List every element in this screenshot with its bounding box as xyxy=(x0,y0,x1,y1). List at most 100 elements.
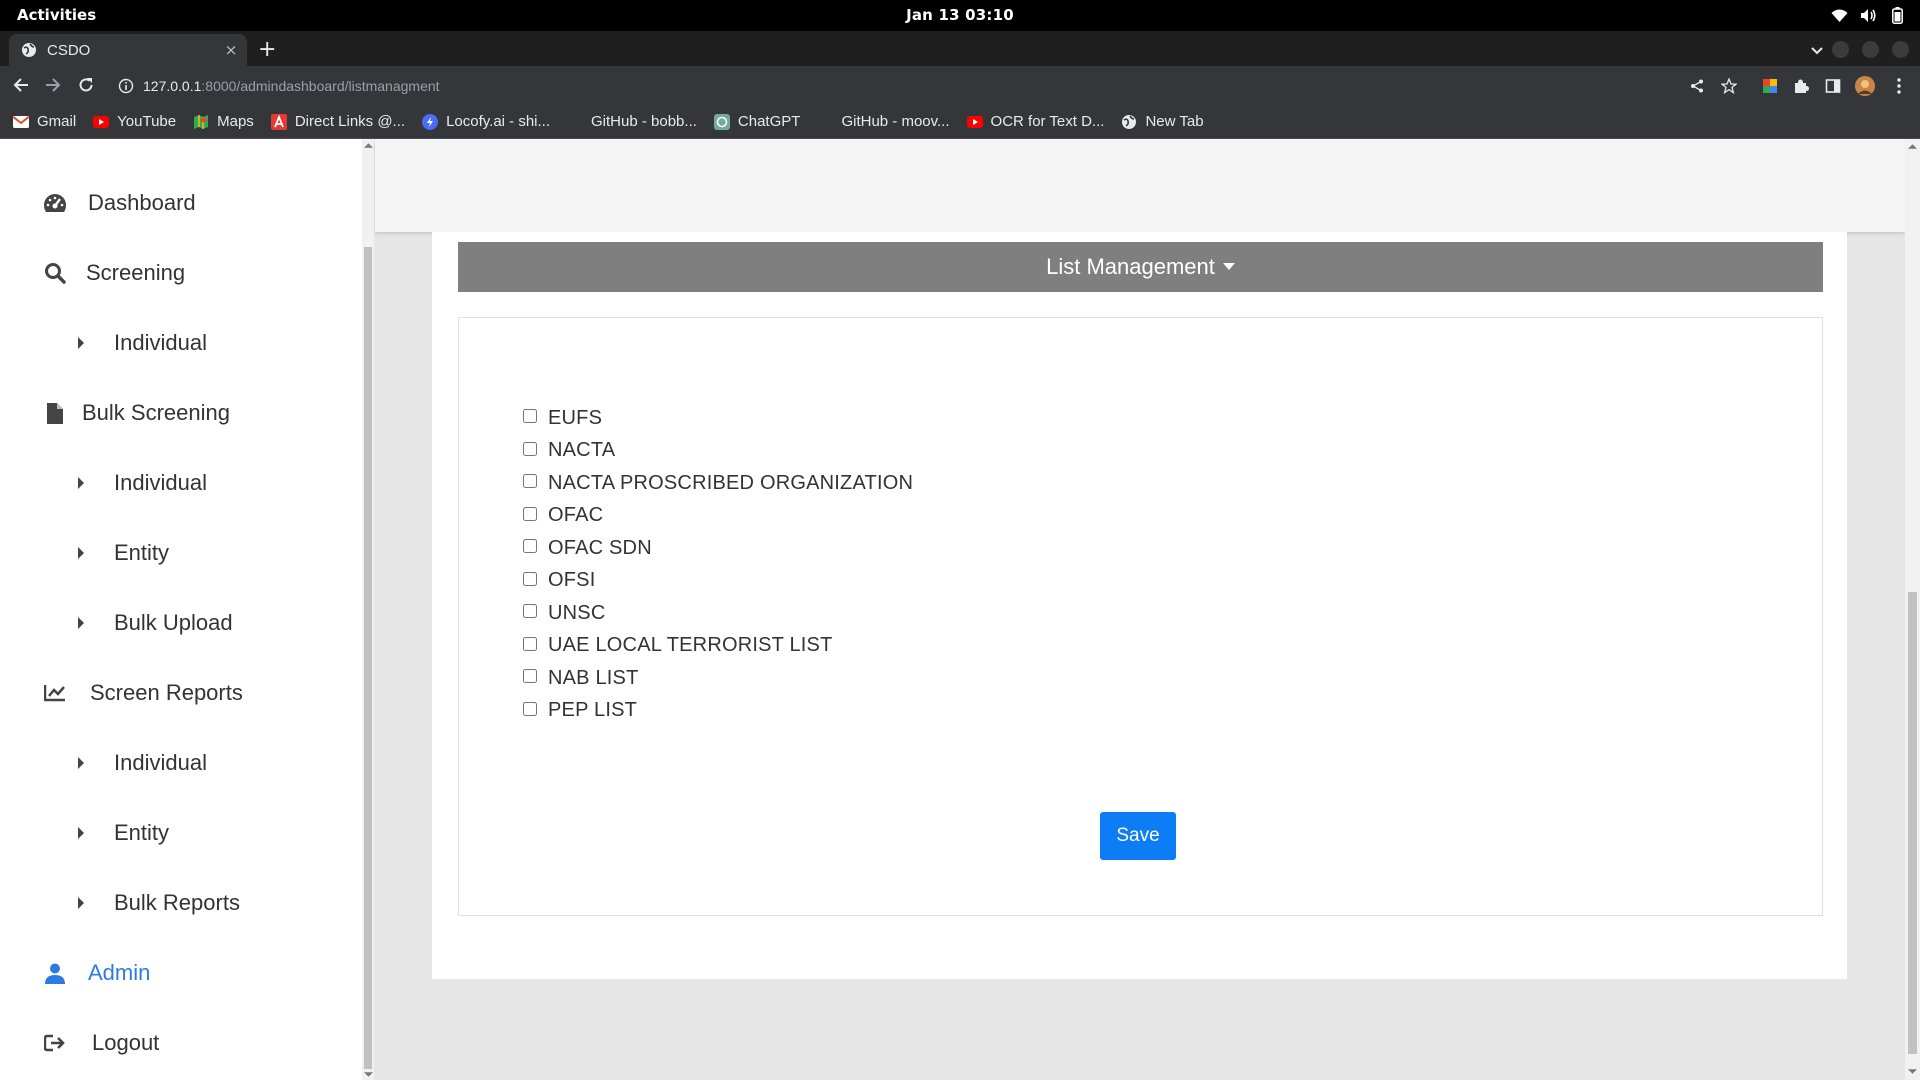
bookmark-gmail[interactable]: Gmail xyxy=(13,113,76,130)
list-item[interactable]: PEP LIST xyxy=(523,695,913,728)
list-item[interactable]: OFSI xyxy=(523,565,913,598)
sidebar-subitem-reports-entity[interactable]: Entity xyxy=(77,820,169,846)
list-checkbox[interactable] xyxy=(523,571,537,586)
bookmark-chatgpt[interactable]: ChatGPT xyxy=(713,113,801,130)
main-content: List Management EUFS NACTA NACTA PROSCRIBE… xyxy=(375,139,1905,1080)
list-management-dropdown[interactable]: List Management xyxy=(458,242,1823,292)
scroll-up-arrow-icon[interactable] xyxy=(364,141,373,150)
sidebar-subitem-label: Individual xyxy=(114,750,207,775)
window-close-button[interactable] xyxy=(1892,41,1909,58)
bookmark-star-button[interactable] xyxy=(1719,76,1739,96)
bookmark-maps[interactable]: Maps xyxy=(193,113,254,130)
sidebar-subitem-label: Individual xyxy=(114,330,207,355)
list-checkbox[interactable] xyxy=(523,441,537,456)
forward-button[interactable] xyxy=(42,74,64,96)
tab-close-button[interactable]: × xyxy=(219,41,243,59)
list-checkbox[interactable] xyxy=(523,636,537,651)
list-checkbox[interactable] xyxy=(523,409,537,424)
bookmark-new-tab[interactable]: New Tab xyxy=(1121,113,1204,130)
list-checkbox[interactable] xyxy=(523,669,537,684)
sidebar-subitem-bulk-individual[interactable]: Individual xyxy=(77,470,207,496)
sidebar-subitem-screening-individual[interactable]: Individual xyxy=(77,330,207,356)
bookmark-label: ChatGPT xyxy=(737,113,801,130)
scroll-up-arrow-icon[interactable] xyxy=(1908,142,1917,151)
sidebar-subitem-reports-individual[interactable]: Individual xyxy=(77,750,207,776)
browser-menu-button[interactable] xyxy=(1889,76,1909,96)
list-checkbox[interactable] xyxy=(523,506,537,521)
list-management-card: List Management EUFS NACTA NACTA PROSCRIBE… xyxy=(432,232,1847,979)
sidebar-subitem-bulk-entity[interactable]: Entity xyxy=(77,540,169,566)
profile-avatar[interactable] xyxy=(1855,76,1875,96)
caret-right-icon xyxy=(78,477,84,489)
system-clock[interactable]: Jan 13 03:10 xyxy=(0,6,1920,24)
save-button[interactable]: Save xyxy=(1100,812,1176,860)
new-tab-button[interactable]: + xyxy=(258,37,276,62)
list-item[interactable]: OFAC xyxy=(523,500,913,533)
section-title: List Management xyxy=(1046,254,1215,279)
bookmark-direct-links[interactable]: Direct Links @... xyxy=(270,113,405,130)
list-label: PEP LIST xyxy=(548,699,638,722)
list-checkbox[interactable] xyxy=(523,604,537,619)
gmail-icon xyxy=(13,114,29,130)
info-icon[interactable] xyxy=(118,78,134,94)
sidebar-item-screen-reports[interactable]: Screen Reports xyxy=(42,680,243,706)
address-bar[interactable]: 127.0.0.1:8000/admindashboard/listmanagm… xyxy=(106,69,1726,102)
list-checkbox[interactable] xyxy=(523,474,537,489)
list-item[interactable]: NACTA xyxy=(523,435,913,468)
list-label: NACTA PROSCRIBED ORGANIZATION xyxy=(548,471,914,494)
list-checkbox[interactable] xyxy=(523,539,537,554)
page-scrollbar[interactable] xyxy=(1905,139,1920,1080)
share-button[interactable] xyxy=(1687,76,1707,96)
bookmark-label: Locofy.ai - shi... xyxy=(446,113,551,130)
bookmark-github-moov[interactable]: GitHub - moov... xyxy=(817,113,950,130)
maps-icon xyxy=(193,114,209,130)
side-panel-button[interactable] xyxy=(1823,76,1843,96)
sidebar-item-bulk-screening[interactable]: Bulk Screening xyxy=(42,400,230,426)
list-item[interactable]: NAB LIST xyxy=(523,662,913,695)
page-scrollbar-thumb[interactable] xyxy=(1908,592,1917,1054)
reload-button[interactable] xyxy=(75,74,97,96)
window-maximize-button[interactable] xyxy=(1862,41,1879,58)
scroll-down-arrow-icon[interactable] xyxy=(364,1070,373,1079)
extension-colorful-button[interactable] xyxy=(1760,76,1780,96)
sidebar-scrollbar[interactable] xyxy=(362,139,374,1080)
caret-down-icon xyxy=(1222,263,1235,270)
list-selection-panel: EUFS NACTA NACTA PROSCRIBED ORGANIZATION OF… xyxy=(458,317,1823,916)
wifi-icon[interactable] xyxy=(1831,7,1848,24)
scroll-down-arrow-icon[interactable] xyxy=(1908,1067,1917,1076)
sidebar-item-admin[interactable]: Admin xyxy=(42,960,150,986)
extensions-button[interactable] xyxy=(1791,76,1811,96)
list-item[interactable]: UNSC xyxy=(523,597,913,630)
sidebar-subitem-bulk-upload[interactable]: Bulk Upload xyxy=(77,610,233,636)
sidebar-scrollbar-thumb[interactable] xyxy=(364,247,372,1069)
list-item[interactable]: UAE LOCAL TERRORIST LIST xyxy=(523,630,913,663)
list-item[interactable]: OFAC SDN xyxy=(523,532,913,565)
list-label: OFAC SDN xyxy=(548,536,652,559)
list-item[interactable]: NACTA PROSCRIBED ORGANIZATION xyxy=(523,467,913,500)
bookmark-youtube[interactable]: YouTube xyxy=(93,113,176,130)
sidebar-item-dashboard[interactable]: Dashboard xyxy=(42,190,196,216)
sidebar-subitem-bulk-reports[interactable]: Bulk Reports xyxy=(77,890,240,916)
volume-icon[interactable] xyxy=(1860,7,1877,24)
bookmark-github-bobb[interactable]: GitHub - bobb... xyxy=(567,113,697,130)
share-icon xyxy=(1691,79,1703,93)
sidebar-item-logout[interactable]: Logout xyxy=(42,1030,159,1056)
tab-search-button[interactable] xyxy=(1810,41,1824,60)
bookmark-ocr[interactable]: OCR for Text D... xyxy=(966,113,1104,130)
chart-line-icon xyxy=(42,680,68,706)
system-tray[interactable] xyxy=(1831,7,1906,24)
puzzle-icon xyxy=(1795,79,1809,93)
reload-icon xyxy=(79,78,93,92)
back-button[interactable] xyxy=(10,74,32,96)
battery-icon[interactable] xyxy=(1889,7,1906,24)
list-checkbox[interactable] xyxy=(523,701,537,716)
caret-right-icon xyxy=(78,757,84,769)
list-item[interactable]: EUFS xyxy=(523,402,913,435)
bookmark-locofy[interactable]: Locofy.ai - shi... xyxy=(422,113,550,130)
arrow-right-icon xyxy=(46,78,61,92)
bookmark-label: New Tab xyxy=(1145,113,1204,130)
window-minimize-button[interactable] xyxy=(1832,41,1849,58)
list-label: UAE LOCAL TERRORIST LIST xyxy=(548,634,833,657)
tab-csdo[interactable]: CSDO × xyxy=(9,34,247,66)
sidebar-item-screening[interactable]: Screening xyxy=(42,260,185,286)
